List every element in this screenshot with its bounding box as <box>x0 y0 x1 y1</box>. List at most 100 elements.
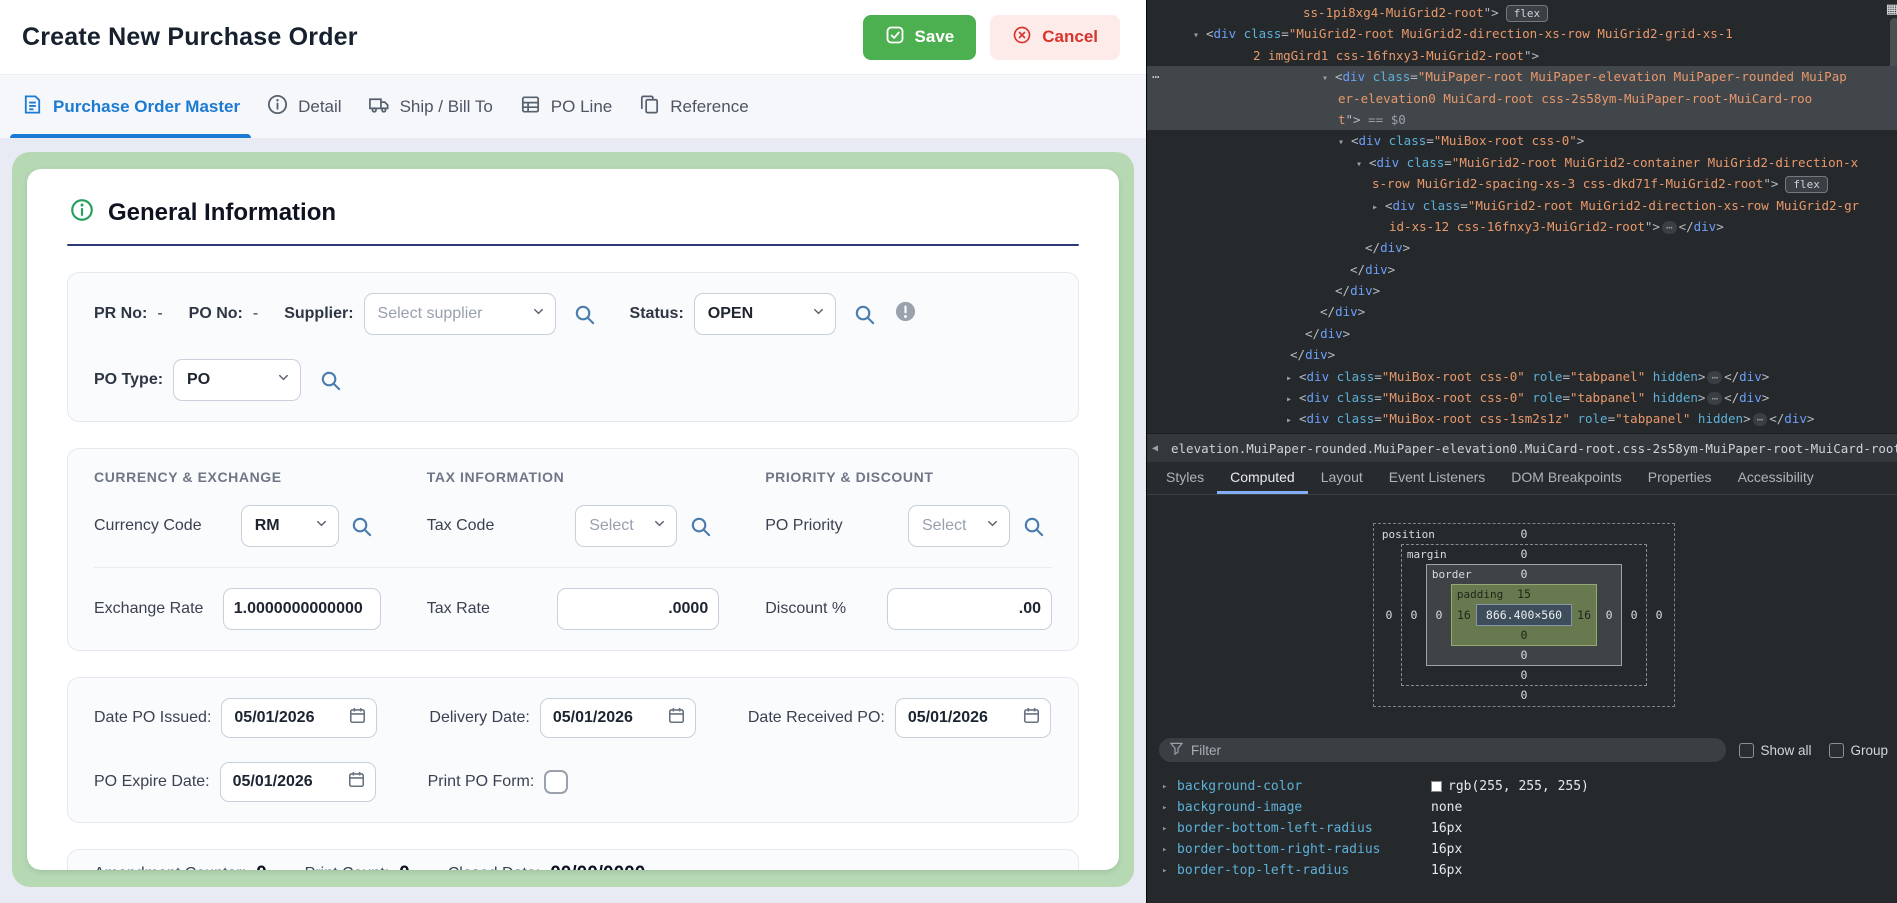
po-expire-date-input[interactable]: 05/01/2026 <box>220 762 376 802</box>
dom-tree-line[interactable]: </div> <box>1147 280 1897 301</box>
date-po-issued-input[interactable]: 05/01/2026 <box>221 698 377 738</box>
discount-input[interactable]: .00 <box>887 588 1052 630</box>
dom-tree-line[interactable]: ▸<div class="MuiBox-root css-0" role="ta… <box>1147 387 1897 408</box>
computed-property-row[interactable]: ▸border-top-left-radius16px <box>1147 860 1897 881</box>
po-type-search-button[interactable] <box>311 361 349 399</box>
dom-tree-line[interactable]: ▸<div class="MuiGrid2-root MuiGrid2-dire… <box>1147 195 1897 216</box>
cancel-button[interactable]: Cancel <box>990 15 1120 60</box>
expand-arrow-icon[interactable]: ▸ <box>1162 866 1177 876</box>
dom-tree-line[interactable]: ss-1pi8xg4-MuiGrid2-root">flex <box>1147 2 1897 23</box>
status-select[interactable]: OPEN <box>694 293 836 335</box>
tab-reference[interactable]: Reference <box>625 75 761 138</box>
devtools-tab-layout[interactable]: Layout <box>1308 462 1376 494</box>
line-menu-icon[interactable]: ⋯ <box>1152 66 1161 87</box>
flex-badge[interactable]: flex <box>1506 5 1549 22</box>
dom-tree-line[interactable]: ▸<div class="MuiBox-root css-1sm2s1z" ro… <box>1147 408 1897 429</box>
padding-left-value: 16 <box>1452 604 1476 626</box>
currency-search-button[interactable] <box>343 507 381 545</box>
tab-po-line[interactable]: PO Line <box>506 75 625 138</box>
computed-property-row[interactable]: ▸background-imagenone <box>1147 797 1897 818</box>
code-token: ▾ <box>1193 25 1206 46</box>
flex-badge[interactable]: flex <box>1785 176 1828 193</box>
code-token: "tabpanel" <box>1570 369 1645 384</box>
exchange-rate-label: Exchange Rate <box>94 600 203 618</box>
dom-tree-line[interactable]: ⋯▾<div class="MuiPaper-root MuiPaper-ele… <box>1147 66 1897 87</box>
color-swatch[interactable] <box>1431 781 1442 792</box>
tax-code-select[interactable]: Select <box>575 505 677 547</box>
calendar-icon[interactable] <box>667 706 686 730</box>
devtools-tab-styles[interactable]: Styles <box>1153 462 1217 494</box>
currency-code-label: Currency Code <box>94 517 202 535</box>
expand-arrow-icon[interactable]: ▸ <box>1162 803 1177 813</box>
supplier-select[interactable]: Select supplier <box>364 293 556 335</box>
code-token: ▸ <box>1286 410 1299 431</box>
exchange-rate-input[interactable]: 1.0000000000000 <box>223 588 381 630</box>
dom-tree-line[interactable]: ▸<div class="MuiBox-root css-0" role="ta… <box>1147 366 1897 387</box>
dom-tree-line[interactable]: </div> <box>1147 323 1897 344</box>
expand-arrow-icon[interactable]: ▸ <box>1162 782 1177 792</box>
dom-tree-line[interactable]: </div> <box>1147 237 1897 258</box>
po-priority-select[interactable]: Select <box>908 505 1010 547</box>
filter-input[interactable]: Filter <box>1159 738 1726 762</box>
dom-tree-line[interactable]: 2 imgGird1 css-16fnxy3-MuiGrid2-root"> <box>1147 45 1897 66</box>
tax-rate-input[interactable]: .0000 <box>557 588 719 630</box>
tab-label: Reference <box>670 97 748 117</box>
calendar-icon[interactable] <box>348 706 367 730</box>
breadcrumb-text[interactable]: elevation.MuiPaper-rounded.MuiPaper-elev… <box>1171 441 1897 456</box>
date-received-po-input[interactable]: 05/01/2026 <box>895 698 1051 738</box>
po-priority-search-button[interactable] <box>1014 507 1052 545</box>
code-token: div <box>1214 26 1237 41</box>
dom-tree-line[interactable]: s-row MuiGrid2-spacing-xs-3 css-dkd71f-M… <box>1147 173 1897 194</box>
tab-detail[interactable]: Detail <box>253 75 354 138</box>
save-button[interactable]: Save <box>863 15 977 60</box>
expand-arrow-icon[interactable]: ▸ <box>1162 824 1177 834</box>
box-model-padding[interactable]: padding15 16 866.400×560 16 0 <box>1451 584 1597 646</box>
breadcrumb-scroll-left-icon[interactable]: ◀ <box>1152 443 1158 454</box>
tab-ship-bill-to[interactable]: Ship / Bill To <box>355 75 506 138</box>
search-icon <box>573 303 596 326</box>
code-token: ▾ <box>1356 154 1369 175</box>
expand-arrow-icon[interactable]: ▸ <box>1162 845 1177 855</box>
delivery-date-input[interactable]: 05/01/2026 <box>540 698 696 738</box>
tab-label: Detail <box>298 97 341 117</box>
supplier-search-button[interactable] <box>566 295 604 333</box>
devtools-tab-event-listeners[interactable]: Event Listeners <box>1376 462 1499 494</box>
dom-tree-line[interactable]: ▾<div class="MuiGrid2-root MuiGrid2-cont… <box>1147 152 1897 173</box>
property-value: 16px <box>1431 821 1462 836</box>
status-search-button[interactable] <box>846 295 884 333</box>
dom-tree-line[interactable]: </div> <box>1147 259 1897 280</box>
calendar-icon[interactable] <box>347 770 366 794</box>
devtools-tab-accessibility[interactable]: Accessibility <box>1725 462 1827 494</box>
computed-property-row[interactable]: ▸border-bottom-right-radius16px <box>1147 839 1897 860</box>
position-label: position <box>1382 525 1435 544</box>
box-model-border[interactable]: border0 0 padding15 16 866.400×560 16 <box>1426 564 1622 666</box>
po-type-select[interactable]: PO <box>173 359 301 401</box>
computed-property-row[interactable]: ▸border-bottom-left-radius16px <box>1147 818 1897 839</box>
currency-tax-priority-fieldset: CURRENCY & EXCHANGE TAX INFORMATION PRIO… <box>67 448 1079 651</box>
print-po-form-checkbox[interactable] <box>544 770 568 794</box>
dom-tree-line[interactable]: </div> <box>1147 344 1897 365</box>
devtools-tab-computed[interactable]: Computed <box>1217 462 1308 494</box>
show-all-checkbox[interactable] <box>1739 743 1754 758</box>
devtools-tab-dom-breakpoints[interactable]: DOM Breakpoints <box>1498 462 1634 494</box>
computed-property-row[interactable]: ▸background-colorrgb(255, 255, 255) <box>1147 776 1897 797</box>
box-model-margin[interactable]: margin0 0 border0 0 padding15 <box>1401 544 1647 686</box>
code-token: > <box>1343 326 1351 341</box>
dom-tree-line[interactable]: ▾<div class="MuiBox-root css-0"> <box>1147 130 1897 151</box>
box-model-position[interactable]: position0 0 margin0 0 border0 0 <box>1373 523 1675 707</box>
devtools-tab-properties[interactable]: Properties <box>1635 462 1725 494</box>
group-checkbox[interactable] <box>1829 743 1844 758</box>
tab-purchase-order-master[interactable]: Purchase Order Master <box>8 75 253 138</box>
dom-tree-line[interactable]: </div> <box>1147 301 1897 322</box>
box-model-content[interactable]: 866.400×560 <box>1476 604 1572 626</box>
save-label: Save <box>915 27 955 47</box>
tax-code-search-button[interactable] <box>681 507 719 545</box>
currency-code-select[interactable]: RM <box>241 505 339 547</box>
dom-tree-line[interactable]: er-elevation0 MuiCard-root css-2s58ym-Mu… <box>1147 88 1897 109</box>
code-token: > <box>1698 369 1706 384</box>
calendar-icon[interactable] <box>1022 706 1041 730</box>
dom-tree-line[interactable]: t"> == $0 <box>1147 109 1897 130</box>
dom-tree-line[interactable]: ▾<div class="MuiGrid2-root MuiGrid2-dire… <box>1147 23 1897 44</box>
dom-tree-line[interactable]: id-xs-12 css-16fnxy3-MuiGrid2-root">⋯</d… <box>1147 216 1897 237</box>
code-token: div <box>1393 198 1416 213</box>
